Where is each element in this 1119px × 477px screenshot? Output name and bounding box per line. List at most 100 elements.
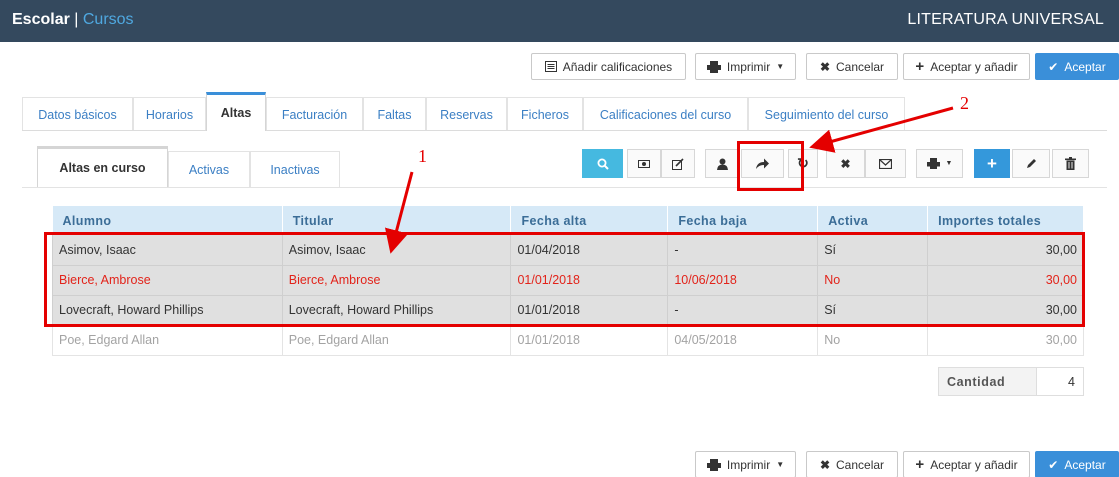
check-icon: ✔ [1048,59,1059,74]
table-row[interactable]: Lovecraft, Howard Phillips Lovecraft, Ho… [52,294,1084,326]
refresh-button[interactable]: ↻ [788,149,818,178]
cell-alumno: Lovecraft, Howard Phillips [52,295,283,326]
print-icon [926,158,940,169]
module-name: Escolar [12,11,70,28]
app-title: Escolar | Cursos [12,11,134,29]
cancel-button-bottom[interactable]: ✖ Cancelar [806,451,898,477]
add-grades-label: Añadir calificaciones [562,59,673,74]
tab-reservas[interactable]: Reservas [426,97,507,131]
cell-importe: 30,00 [927,265,1084,296]
accept-and-add-button-bottom[interactable]: + Aceptar y añadir [903,451,1030,477]
cell-titular: Bierce, Ambrose [281,264,512,296]
tab-faltas[interactable]: Faltas [363,97,426,131]
edit-note-button[interactable] [661,149,695,178]
caret-down-icon: ▼ [945,160,953,167]
share-button[interactable] [741,149,784,178]
cell-importe: 30,00 [927,325,1084,356]
tab-horarios[interactable]: Horarios [133,97,206,131]
accept-label: Aceptar [1064,59,1106,74]
cancel-label: Cancelar [836,457,885,472]
annotation-label-2: 2 [960,93,969,113]
cell-alumno: Poe, Edgard Allan [52,325,283,356]
quantity-label: Cantidad [939,368,1037,395]
print-label: Imprimir [726,457,771,472]
trash-icon [1065,157,1076,170]
tab-seguimiento-del-curso[interactable]: Seguimiento del curso [748,97,905,131]
camera-icon [638,160,650,168]
camera-button[interactable] [627,149,661,178]
print-menu-button[interactable]: ▼ [916,149,963,178]
close-icon: ✖ [819,457,831,472]
pencil-icon [1026,159,1036,168]
enrollments-table: Alumno Titular Fecha alta Fecha baja Act… [52,206,1084,356]
cancel-button[interactable]: ✖ Cancelar [806,53,898,80]
accept-and-add-label: Aceptar y añadir [930,59,1018,74]
app-header: Escolar | Cursos LITERATURA UNIVERSAL [0,0,1119,42]
table-row[interactable]: Bierce, Ambrose Bierce, Ambrose 01/01/20… [52,264,1084,296]
cell-activa: Sí [817,235,929,266]
print-icon [706,60,721,73]
close-icon: ✖ [819,59,831,74]
tab-facturacion[interactable]: Facturación [266,97,363,131]
cell-importe: 30,00 [927,295,1084,326]
user-icon [716,158,728,170]
user-button[interactable] [705,149,739,178]
table-row[interactable]: Poe, Edgard Allan Poe, Edgard Allan 01/0… [52,325,1084,356]
cancel-label: Cancelar [836,59,885,74]
tab-calificaciones-del-curso[interactable]: Calificaciones del curso [583,97,748,131]
column-header-fecha-alta[interactable]: Fecha alta [510,206,669,235]
column-header-activa[interactable]: Activa [817,206,929,235]
cell-fecha-alta: 01/01/2018 [510,325,669,356]
table-header-row: Alumno Titular Fecha alta Fecha baja Act… [52,206,1084,235]
cell-fecha-alta: 01/01/2018 [510,265,669,296]
print-dropdown-button[interactable]: Imprimir ▼ [695,53,796,80]
tab-datos-basicos[interactable]: Datos básicos [22,97,133,131]
column-header-fecha-baja[interactable]: Fecha baja [667,206,819,235]
list-icon [544,61,557,72]
plus-icon: + [915,58,925,75]
column-header-importes-totales[interactable]: Importes totales [927,206,1084,235]
accept-button[interactable]: ✔ Aceptar [1035,53,1119,80]
cell-activa: Sí [817,295,929,326]
share-arrow-icon [756,158,769,169]
add-record-button[interactable]: + [974,149,1010,178]
subtab-altas-en-curso[interactable]: Altas en curso [37,146,168,187]
cell-titular: Lovecraft, Howard Phillips [281,294,512,326]
check-icon: ✔ [1048,457,1059,472]
cell-activa: No [817,325,929,356]
close-icon: ✖ [840,156,851,171]
edit-record-button[interactable] [1012,149,1050,178]
subtab-activas[interactable]: Activas [168,151,250,187]
subtab-inactivas[interactable]: Inactivas [250,151,340,187]
annotation-label-1: 1 [418,146,427,166]
cell-fecha-alta: 01/01/2018 [510,295,669,326]
mail-icon [879,158,892,169]
title-separator: | [74,11,79,28]
delete-x-button[interactable]: ✖ [826,149,865,178]
search-button[interactable] [582,149,623,178]
column-header-alumno[interactable]: Alumno [52,206,283,235]
accept-and-add-label: Aceptar y añadir [930,457,1018,472]
cell-activa: No [817,265,929,296]
course-title: LITERATURA UNIVERSAL [907,11,1104,28]
cell-titular: Poe, Edgard Allan [281,325,512,356]
add-icon: + [987,153,997,173]
search-icon [597,158,609,170]
print-dropdown-button-bottom[interactable]: Imprimir ▼ [695,451,796,477]
print-label: Imprimir [726,59,771,74]
cell-fecha-baja: 04/05/2018 [667,325,819,356]
column-header-titular[interactable]: Titular [282,206,512,235]
add-grades-button[interactable]: Añadir calificaciones [531,53,686,80]
tab-ficheros[interactable]: Ficheros [507,97,583,131]
tab-altas[interactable]: Altas [206,92,266,131]
cell-fecha-baja: - [667,235,819,266]
section-link[interactable]: Cursos [83,11,134,28]
print-icon [706,458,721,471]
cell-alumno: Asimov, Isaac [52,235,283,266]
table-row[interactable]: Asimov, Isaac Asimov, Isaac 01/04/2018 -… [52,235,1084,266]
cell-alumno: Bierce, Ambrose [52,265,283,296]
delete-record-button[interactable] [1052,149,1089,178]
email-button[interactable] [865,149,906,178]
accept-button-bottom[interactable]: ✔ Aceptar [1035,451,1119,477]
accept-and-add-button[interactable]: + Aceptar y añadir [903,53,1030,80]
